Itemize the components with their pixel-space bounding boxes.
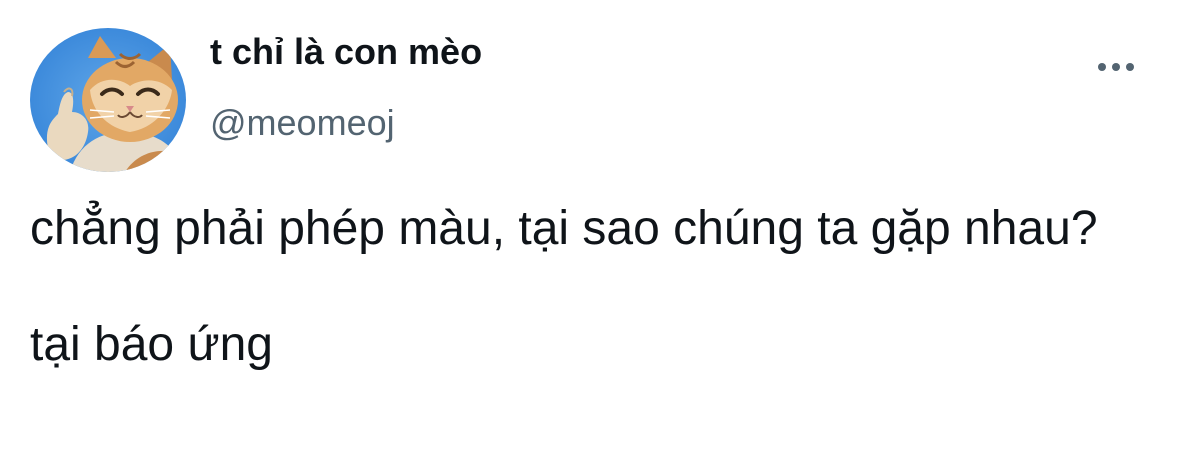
tweet-text: chẳng phải phép màu, tại sao chúng ta gặ… xyxy=(30,200,1150,374)
tweet: t chỉ là con mèo @meomeoj chẳng phải phé… xyxy=(0,0,1179,474)
more-horizontal-icon xyxy=(1098,63,1134,71)
tweet-text-line: chẳng phải phép màu, tại sao chúng ta gặ… xyxy=(30,202,1098,255)
avatar[interactable] xyxy=(30,28,186,172)
cat-avatar-icon xyxy=(30,28,186,172)
user-handle[interactable]: @meomeoj xyxy=(210,101,395,145)
tweet-text-line: tại báo ứng xyxy=(30,318,273,371)
more-options-button[interactable] xyxy=(1090,52,1142,82)
display-name[interactable]: t chỉ là con mèo xyxy=(210,30,482,74)
